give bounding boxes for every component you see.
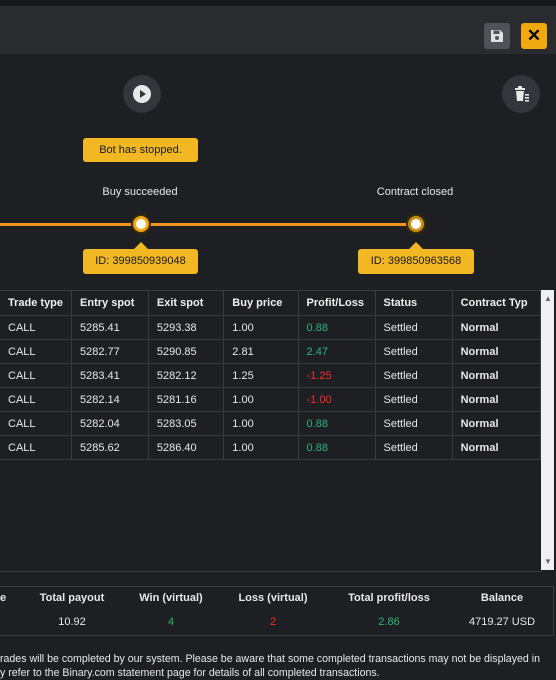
cell-profit-loss: 2.47 xyxy=(298,339,376,364)
col-profit-loss[interactable]: Profit/Loss xyxy=(298,291,376,316)
cell-contract-type: Normal xyxy=(452,363,541,388)
table-row[interactable]: CALL 5282.04 5283.05 1.00 0.88 Settled N… xyxy=(0,411,541,436)
cell-exit-spot: 5293.38 xyxy=(148,315,225,340)
col-exit-spot[interactable]: Exit spot xyxy=(148,291,225,316)
clear-icon xyxy=(515,86,529,102)
play-icon xyxy=(133,85,151,103)
cell-status: Settled xyxy=(375,339,453,364)
cell-exit-spot: 5281.16 xyxy=(148,387,225,412)
transactions-table: Trade type Entry spot Exit spot Buy pric… xyxy=(0,290,542,572)
summary-panel: e Total payout Win (virtual) Loss (virtu… xyxy=(0,586,554,636)
scroll-up-icon[interactable]: ▲ xyxy=(544,294,552,303)
table-scrollbar[interactable]: ▲ ▼ xyxy=(541,290,554,570)
col-buy-price[interactable]: Buy price xyxy=(223,291,299,316)
cell-status: Settled xyxy=(375,363,453,388)
save-icon xyxy=(491,30,503,42)
cell-entry-spot: 5282.04 xyxy=(71,411,149,436)
cell-exit-spot: 5282.12 xyxy=(148,363,225,388)
cell-entry-spot: 5283.41 xyxy=(71,363,149,388)
cell-trade-type: CALL xyxy=(0,363,73,388)
step-label-contract: Contract closed xyxy=(376,186,454,198)
scroll-down-icon[interactable]: ▼ xyxy=(544,557,552,566)
cell-profit-loss: -1.00 xyxy=(298,387,376,412)
cell-contract-type: Normal xyxy=(452,315,541,340)
col-trade-type[interactable]: Trade type xyxy=(0,291,73,316)
step-dot-buy xyxy=(133,216,149,232)
step-dot-contract xyxy=(408,216,424,232)
cell-exit-spot: 5283.05 xyxy=(148,411,225,436)
cell-profit-loss: 0.88 xyxy=(298,411,376,436)
panel-header: ✕ xyxy=(0,6,556,54)
table-row[interactable]: CALL 5285.62 5286.40 1.00 0.88 Settled N… xyxy=(0,435,541,460)
cell-buy-price: 1.00 xyxy=(223,387,299,412)
summary-header-truncated: e xyxy=(0,592,7,604)
summary-header-win: Win (virtual) xyxy=(139,592,203,604)
cell-buy-price: 1.00 xyxy=(223,435,299,460)
summary-total-payout: 10.92 xyxy=(58,616,86,628)
cell-status: Settled xyxy=(375,435,453,460)
summary-balance: 4719.27 USD xyxy=(468,616,536,628)
disclaimer: rades will be completed by our system. P… xyxy=(0,652,556,680)
summary-header-total-payout: Total payout xyxy=(39,592,105,604)
table-row[interactable]: CALL 5285.41 5293.38 1.00 0.88 Settled N… xyxy=(0,315,541,340)
cell-buy-price: 1.25 xyxy=(223,363,299,388)
cell-status: Settled xyxy=(375,411,453,436)
cell-entry-spot: 5282.14 xyxy=(71,387,149,412)
table-row[interactable]: CALL 5283.41 5282.12 1.25 -1.25 Settled … xyxy=(0,363,541,388)
cell-status: Settled xyxy=(375,315,453,340)
cell-status: Settled xyxy=(375,387,453,412)
save-button[interactable] xyxy=(484,23,510,49)
cell-exit-spot: 5286.40 xyxy=(148,435,225,460)
cell-entry-spot: 5285.41 xyxy=(71,315,149,340)
cell-buy-price: 1.00 xyxy=(223,315,299,340)
cell-trade-type: CALL xyxy=(0,435,73,460)
cell-buy-price: 2.81 xyxy=(223,339,299,364)
table-row[interactable]: CALL 5282.77 5290.85 2.81 2.47 Settled N… xyxy=(0,339,541,364)
cell-trade-type: CALL xyxy=(0,387,73,412)
summary-header-balance: Balance xyxy=(480,592,524,604)
table-row[interactable]: CALL 5282.14 5281.16 1.00 -1.00 Settled … xyxy=(0,387,541,412)
cell-exit-spot: 5290.85 xyxy=(148,339,225,364)
col-entry-spot[interactable]: Entry spot xyxy=(71,291,149,316)
cell-contract-type: Normal xyxy=(452,387,541,412)
cell-contract-type: Normal xyxy=(452,411,541,436)
cell-trade-type: CALL xyxy=(0,315,73,340)
cell-entry-spot: 5285.62 xyxy=(71,435,149,460)
summary-header-total-profit: Total profit/loss xyxy=(348,592,430,604)
close-button[interactable]: ✕ xyxy=(521,23,547,49)
summary-total-profit: 2.86 xyxy=(378,616,400,628)
close-icon: ✕ xyxy=(526,26,542,45)
cell-profit-loss: 0.88 xyxy=(298,315,376,340)
contract-id-tooltip: ID: 399850963568 xyxy=(358,242,474,274)
cell-contract-type: Normal xyxy=(452,435,541,460)
run-button[interactable] xyxy=(123,75,161,113)
disclaimer-line-1: rades will be completed by our system. P… xyxy=(0,653,540,665)
cell-buy-price: 1.00 xyxy=(223,411,299,436)
cell-trade-type: CALL xyxy=(0,411,73,436)
cell-trade-type: CALL xyxy=(0,339,73,364)
bot-status-tooltip: Bot has stopped. xyxy=(83,138,198,162)
col-contract-type[interactable]: Contract Typ xyxy=(452,291,541,316)
disclaimer-line-2: y refer to the Binary.com statement page… xyxy=(0,667,380,679)
progress-timeline xyxy=(0,223,420,226)
table-header-row: Trade type Entry spot Exit spot Buy pric… xyxy=(0,291,541,316)
cell-contract-type: Normal xyxy=(452,339,541,364)
step-label-buy: Buy succeeded xyxy=(102,186,178,198)
cell-profit-loss: -1.25 xyxy=(298,363,376,388)
buy-id-tooltip: ID: 399850939048 xyxy=(83,242,198,274)
summary-loss: 2 xyxy=(269,616,277,628)
cell-profit-loss: 0.88 xyxy=(298,435,376,460)
summary-header-loss: Loss (virtual) xyxy=(238,592,308,604)
cell-entry-spot: 5282.77 xyxy=(71,339,149,364)
col-status[interactable]: Status xyxy=(375,291,453,316)
summary-win: 4 xyxy=(167,616,175,628)
clear-log-button[interactable] xyxy=(502,75,540,113)
